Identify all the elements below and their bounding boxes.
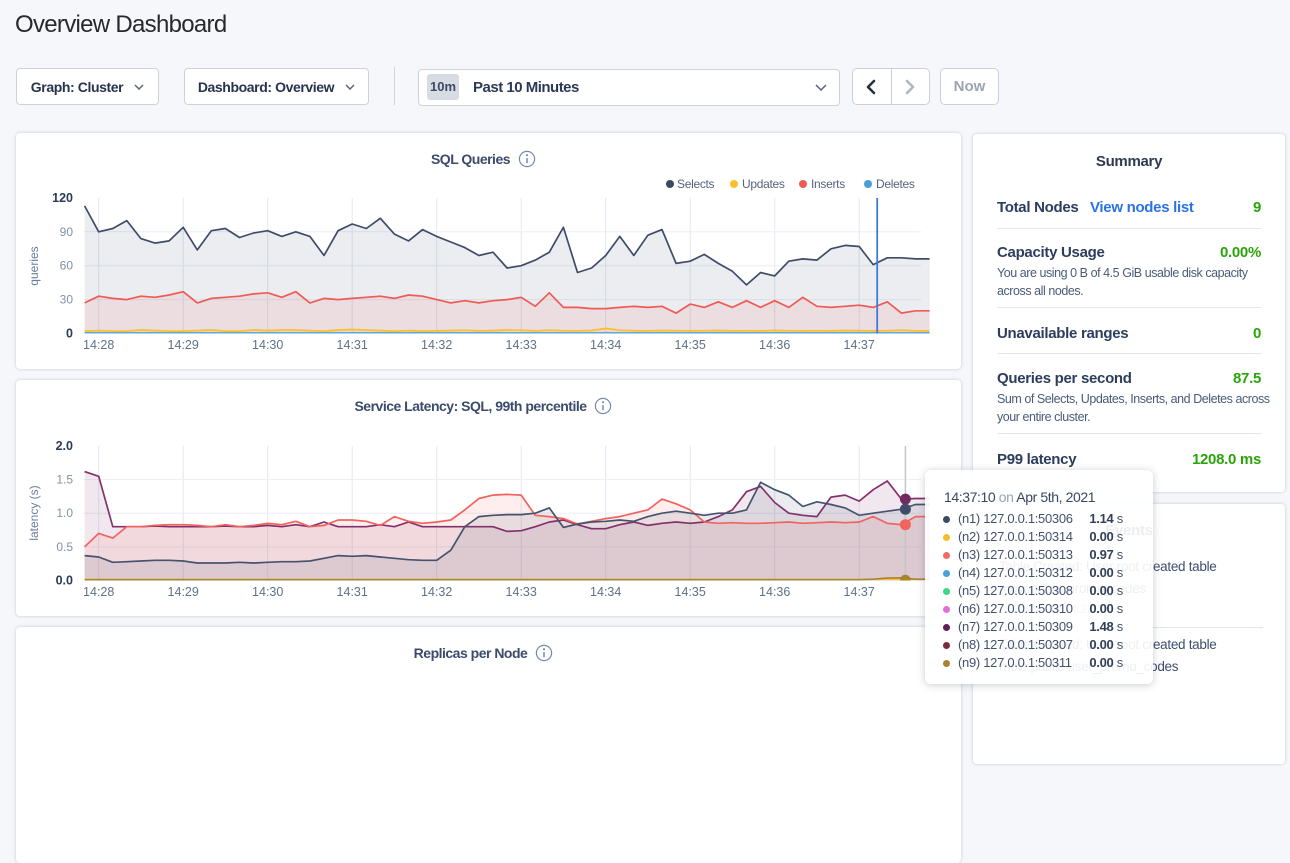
svg-text:14:35: 14:35	[675, 338, 706, 352]
svg-text:14:35: 14:35	[675, 585, 706, 599]
svg-text:14:28: 14:28	[83, 585, 114, 599]
svg-text:14:30: 14:30	[252, 585, 283, 599]
svg-text:14:30: 14:30	[252, 338, 283, 352]
svg-text:120: 120	[52, 191, 73, 205]
svg-text:14:34: 14:34	[590, 585, 621, 599]
svg-text:0.5: 0.5	[56, 540, 73, 554]
svg-text:60: 60	[60, 259, 74, 273]
svg-text:14:31: 14:31	[337, 585, 368, 599]
svg-text:14:33: 14:33	[506, 338, 537, 352]
svg-text:14:32: 14:32	[421, 338, 452, 352]
svg-text:14:31: 14:31	[337, 338, 368, 352]
svg-text:1.5: 1.5	[56, 473, 73, 487]
svg-text:14:34: 14:34	[590, 338, 621, 352]
svg-text:14:29: 14:29	[168, 585, 199, 599]
svg-text:queries: queries	[27, 246, 41, 285]
svg-text:2.0: 2.0	[56, 439, 73, 453]
svg-text:14:32: 14:32	[421, 585, 452, 599]
svg-text:14:36: 14:36	[759, 338, 790, 352]
svg-text:0.0: 0.0	[56, 574, 73, 588]
svg-text:30: 30	[60, 293, 74, 307]
svg-text:14:36: 14:36	[759, 585, 790, 599]
svg-text:14:37: 14:37	[844, 585, 875, 599]
svg-text:14:29: 14:29	[168, 338, 199, 352]
svg-text:90: 90	[60, 225, 74, 239]
svg-text:0: 0	[66, 327, 73, 341]
svg-text:14:37: 14:37	[844, 338, 875, 352]
svg-text:14:28: 14:28	[83, 338, 114, 352]
svg-text:latency (s): latency (s)	[27, 485, 41, 540]
svg-text:14:33: 14:33	[506, 585, 537, 599]
svg-text:1.0: 1.0	[56, 506, 73, 520]
